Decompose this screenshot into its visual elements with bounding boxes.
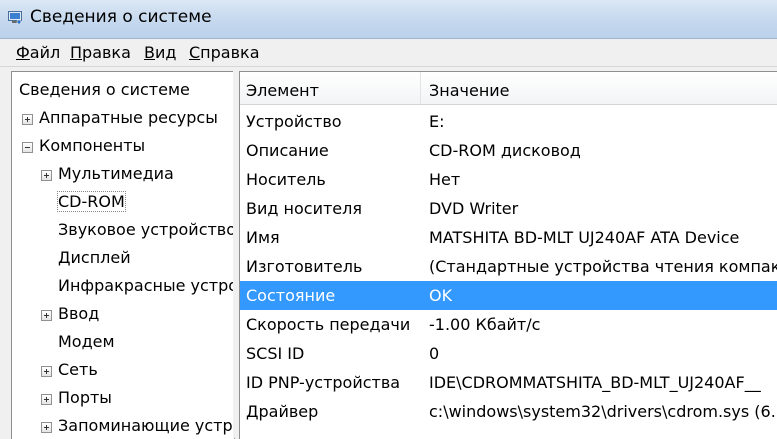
expand-plus-icon[interactable] [41, 422, 52, 433]
window-title: Сведения о системе [30, 7, 212, 27]
expand-plus-icon[interactable] [41, 366, 52, 377]
list-row-media-type[interactable]: Вид носителя DVD Writer [240, 194, 777, 223]
tree-item-storage[interactable]: Запоминающие устройства [41, 414, 234, 438]
list-row-pnp-id[interactable]: ID PNP-устройства IDE\CDROMMATSHITA_BD-M… [240, 368, 777, 397]
list-row-description[interactable]: Описание CD-ROM дисковод [240, 136, 777, 165]
title-bar[interactable]: Сведения о системе [0, 0, 777, 39]
column-divider[interactable] [420, 72, 421, 104]
list-row-transfer-rate[interactable]: Скорость передачи -1.00 Кбайт/с [240, 310, 777, 339]
collapse-minus-icon[interactable] [22, 142, 33, 153]
category-tree[interactable]: Сведения о системе Аппаратные ресурсы Ко… [11, 71, 235, 439]
menu-view[interactable]: Вид [144, 43, 176, 62]
list-row-device[interactable]: Устройство E: [240, 107, 777, 136]
tree-item-network[interactable]: Сеть [41, 358, 98, 382]
list-row-name[interactable]: Имя MATSHITA BD-MLT UJ240AF ATA Device [240, 223, 777, 252]
list-row-scsi-id[interactable]: SCSI ID 0 [240, 339, 777, 368]
list-header: Элемент Значение [240, 72, 777, 105]
tree-item-modem[interactable]: Модем [58, 330, 115, 354]
column-header-value[interactable]: Значение [429, 72, 510, 104]
list-row-media[interactable]: Носитель Нет [240, 165, 777, 194]
tree-item-system-summary[interactable]: Сведения о системе [19, 78, 190, 102]
tree-item-infrared[interactable]: Инфракрасные устройства [58, 274, 234, 298]
column-header-element[interactable]: Элемент [246, 72, 319, 104]
list-row-driver[interactable]: Драйвер c:\windows\system32\drivers\cdro… [240, 397, 777, 426]
tree-item-components[interactable]: Компоненты [22, 134, 145, 158]
expand-plus-icon[interactable] [22, 114, 33, 125]
tree-item-multimedia[interactable]: Мультимедиа [41, 162, 174, 186]
menu-file[interactable]: Файл [16, 43, 60, 62]
system-info-icon [8, 11, 22, 24]
expand-plus-icon[interactable] [41, 310, 52, 321]
tree-item-cd-rom[interactable]: CD-ROM [57, 190, 126, 214]
list-row-status[interactable]: Состояние OK [240, 281, 777, 310]
tree-item-ports[interactable]: Порты [41, 386, 112, 410]
list-row-manufacturer[interactable]: Изготовитель (Стандартные устройства чте… [240, 252, 777, 281]
tree-item-input[interactable]: Ввод [41, 302, 99, 326]
tree-item-hardware-resources[interactable]: Аппаратные ресурсы [22, 106, 218, 130]
menu-edit[interactable]: Правка [70, 43, 131, 62]
tree-item-display[interactable]: Дисплей [58, 246, 131, 270]
details-list[interactable]: Элемент Значение Устройство E: Описание … [239, 71, 777, 439]
expand-plus-icon[interactable] [41, 170, 52, 181]
expand-plus-icon[interactable] [41, 394, 52, 405]
tree-item-sound-device[interactable]: Звуковое устройство [58, 218, 234, 242]
menu-bar: Файл Правка Вид Справка [0, 39, 777, 67]
menu-help[interactable]: Справка [189, 43, 260, 62]
